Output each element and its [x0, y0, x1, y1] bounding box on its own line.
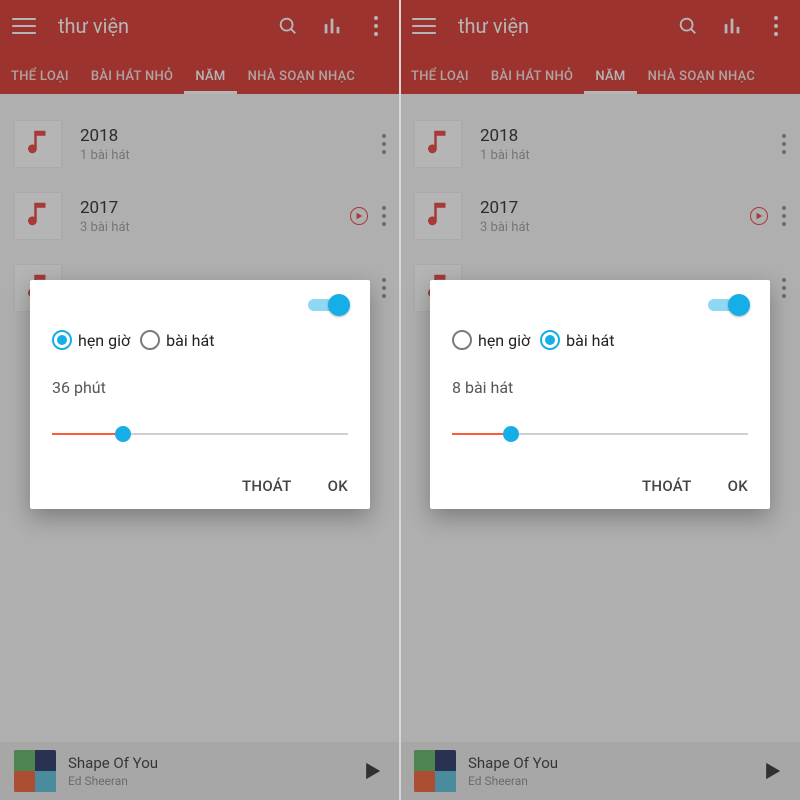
radio-timer[interactable]: hẹn giờ: [52, 330, 130, 350]
radio-icon: [140, 330, 160, 350]
enable-toggle[interactable]: [308, 294, 348, 316]
radio-songs-label: bài hát: [166, 331, 214, 350]
ok-button[interactable]: OK: [328, 477, 348, 495]
radio-songs-label: bài hát: [566, 331, 614, 350]
sleep-timer-dialog: hẹn giờ bài hát 8 bài hát THOÁT OK: [430, 280, 770, 509]
cancel-button[interactable]: THOÁT: [242, 477, 292, 495]
radio-songs[interactable]: bài hát: [140, 330, 214, 350]
cancel-button[interactable]: THOÁT: [642, 477, 692, 495]
radio-timer[interactable]: hẹn giờ: [452, 330, 530, 350]
radio-timer-label: hẹn giờ: [78, 331, 130, 350]
enable-toggle[interactable]: [708, 294, 748, 316]
duration-slider[interactable]: [52, 425, 348, 443]
ok-button[interactable]: OK: [728, 477, 748, 495]
radio-icon: [452, 330, 472, 350]
slider-value-label: 36 phút: [52, 378, 348, 397]
duration-slider[interactable]: [452, 425, 748, 443]
radio-icon: [52, 330, 72, 350]
sleep-timer-dialog: hẹn giờ bài hát 36 phút THOÁT OK: [30, 280, 370, 509]
radio-timer-label: hẹn giờ: [478, 331, 530, 350]
radio-icon: [540, 330, 560, 350]
radio-songs[interactable]: bài hát: [540, 330, 614, 350]
slider-value-label: 8 bài hát: [452, 378, 748, 397]
